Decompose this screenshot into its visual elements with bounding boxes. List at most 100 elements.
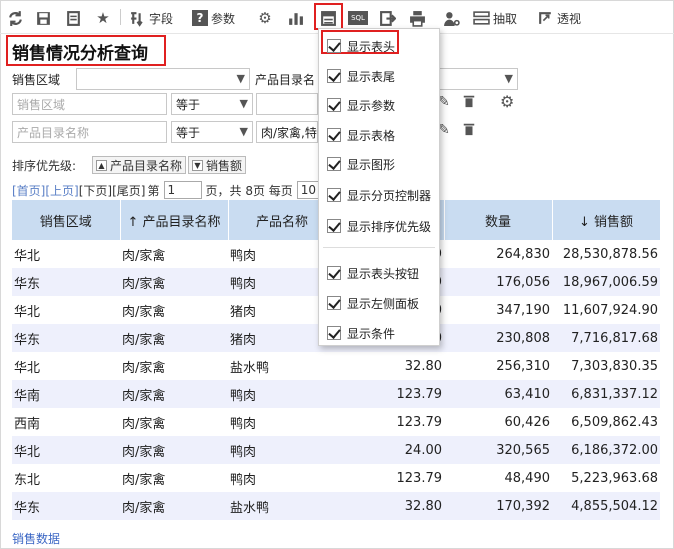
export-button[interactable] (378, 7, 396, 29)
cell-region: 华东 (12, 492, 120, 520)
menu-item[interactable]: 显示分页控制器 (327, 186, 431, 204)
checkbox[interactable] (327, 296, 341, 310)
cell-price: 123.79 (336, 464, 444, 492)
favorite-button[interactable]: ★ (94, 7, 112, 29)
sort-chip-category[interactable]: ▲ 产品目录名称 (92, 156, 187, 174)
menu-item-label: 显示条件 (347, 326, 396, 341)
checkbox[interactable] (327, 69, 341, 83)
cell-category: 肉/家禽 (120, 408, 228, 436)
page-number-input[interactable]: 1 (163, 181, 202, 199)
next-page-link[interactable]: [下页] (79, 182, 112, 199)
checkbox[interactable] (327, 39, 341, 53)
chart-button[interactable] (286, 7, 304, 29)
sort-desc-icon: ▼ (192, 159, 203, 171)
cond1-field-input[interactable]: 销售区域 (12, 93, 167, 115)
checkbox[interactable] (327, 157, 341, 171)
help-icon: ? (192, 10, 208, 26)
last-page-link[interactable]: [尾页] (112, 182, 145, 199)
sql-icon: SQL (348, 11, 368, 25)
cell-price: 32.80 (336, 492, 444, 520)
category-filter-label: 产品目录名 (255, 73, 316, 87)
cell-price: 24.00 (336, 436, 444, 464)
menu-item[interactable]: 显示表头 (327, 37, 395, 55)
layout-button-highlight (314, 3, 343, 30)
first-page-link[interactable]: [首页] (12, 182, 45, 199)
checkbox[interactable] (327, 128, 341, 142)
col-header-category[interactable]: ↑ 产品目录名称 (120, 200, 229, 240)
gear-icon[interactable]: ⚙ (500, 92, 514, 111)
menu-item-label: 显示表头 (347, 39, 396, 54)
print-button[interactable] (408, 7, 426, 29)
checkbox[interactable] (327, 219, 341, 233)
pivot-button[interactable]: 透视 (536, 7, 581, 29)
checkbox[interactable] (327, 326, 341, 340)
col-header-qty[interactable]: 数量 (444, 200, 553, 240)
menu-item-label: 显示表格 (347, 128, 396, 143)
cell-amount: 7,716,817.68 (552, 324, 660, 352)
cell-category: 肉/家禽 (120, 296, 228, 324)
checkbox[interactable] (327, 188, 341, 202)
pager: [首页] [上页] [下页] [尾页] 第 1 页，共 8页 每页 10 (12, 181, 339, 199)
fields-icon (128, 9, 146, 27)
printer-icon (408, 9, 426, 27)
trash-icon[interactable] (462, 94, 476, 112)
toolbar-divider (120, 9, 121, 25)
chevron-down-icon: ▼ (504, 72, 513, 85)
menu-item-label: 显示排序优先级 (347, 219, 432, 234)
cell-product: 鸭肉 (228, 408, 336, 436)
col-header-amount[interactable]: ↓ 销售额 (552, 200, 661, 240)
cond2-value-input[interactable]: 肉/家禽,特 (256, 121, 318, 143)
sql-button[interactable]: SQL (348, 7, 368, 29)
trash-icon[interactable] (462, 122, 476, 140)
cell-amount: 18,967,006.59 (552, 268, 660, 296)
menu-item[interactable]: 显示表尾 (327, 67, 395, 85)
menu-item[interactable]: 显示表头按钮 (327, 264, 419, 282)
save-as-button[interactable] (64, 7, 82, 29)
user-settings-button[interactable] (442, 7, 460, 29)
cell-category: 肉/家禽 (120, 464, 228, 492)
fields-button[interactable]: 字段 (128, 7, 173, 29)
menu-item[interactable]: 显示左侧面板 (327, 294, 419, 312)
cell-price: 123.79 (336, 408, 444, 436)
cell-qty: 63,410 (444, 380, 552, 408)
params-button[interactable]: ? 参数 (192, 7, 235, 29)
gear-icon: ⚙ (258, 8, 272, 27)
extract-button[interactable]: 抽取 (472, 7, 517, 29)
checkbox[interactable] (327, 98, 341, 112)
cond2-field-input[interactable]: 产品目录名称 (12, 121, 167, 143)
menu-item[interactable]: 显示条件 (327, 324, 395, 342)
sort-chip-amount[interactable]: ▼ 销售额 (188, 156, 247, 174)
refresh-button[interactable] (6, 7, 24, 29)
table-row: 东北 肉/家禽 鸭肉 123.79 48,490 5,223,963.68 (12, 464, 660, 492)
sort-priority-label: 排序优先级: (12, 159, 77, 173)
menu-item[interactable]: 显示表格 (327, 126, 395, 144)
menu-item[interactable]: 显示图形 (327, 155, 395, 173)
table-row: 华东 肉/家禽 盐水鸭 32.80 170,392 4,855,504.12 (12, 492, 660, 520)
sales-data-link[interactable]: 销售数据 (12, 530, 60, 547)
cell-qty: 48,490 (444, 464, 552, 492)
chevron-down-icon: ▼ (239, 125, 248, 138)
menu-divider (323, 247, 435, 248)
cell-amount: 6,509,862.43 (552, 408, 660, 436)
col-header-region[interactable]: 销售区域 (12, 200, 121, 240)
cell-category: 肉/家禽 (120, 324, 228, 352)
cond2-operator-value: 等于 (176, 126, 201, 140)
save-button[interactable] (34, 7, 52, 29)
cell-qty: 170,392 (444, 492, 552, 520)
menu-item[interactable]: 显示参数 (327, 96, 395, 114)
checkbox[interactable] (327, 266, 341, 280)
user-gear-icon (442, 9, 460, 27)
settings-button[interactable]: ⚙ (256, 7, 274, 29)
menu-item[interactable]: 显示排序优先级 (327, 217, 431, 235)
cell-qty: 256,310 (444, 352, 552, 380)
table-row: 西南 肉/家禽 鸭肉 123.79 60,426 6,509,862.43 (12, 408, 660, 436)
cond2-operator-select[interactable]: 等于 ▼ (171, 121, 253, 143)
cond1-operator-value: 等于 (176, 98, 201, 112)
fields-label: 字段 (149, 11, 174, 26)
prev-page-link[interactable]: [上页] (45, 182, 78, 199)
cell-price: 123.79 (336, 380, 444, 408)
region-select[interactable]: ▼ (76, 68, 250, 90)
cond1-value-input[interactable] (256, 93, 318, 115)
cell-category: 肉/家禽 (120, 492, 228, 520)
cond1-operator-select[interactable]: 等于 ▼ (171, 93, 253, 115)
